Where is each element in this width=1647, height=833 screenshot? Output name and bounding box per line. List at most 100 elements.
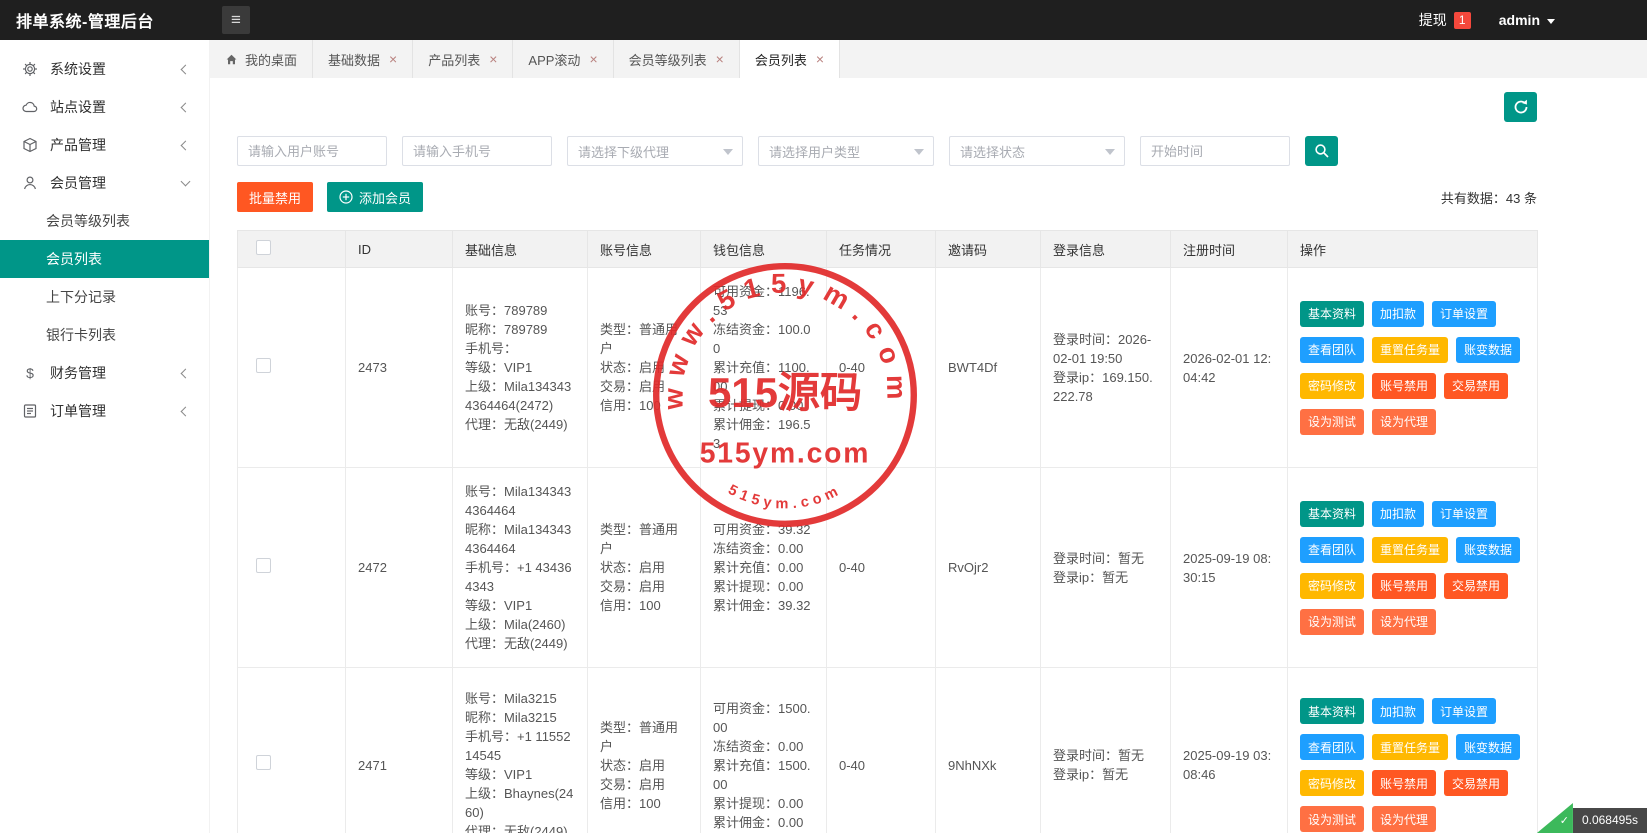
action-disable-account-button[interactable]: 账号禁用 (1372, 373, 1436, 399)
chevron-left-icon (181, 64, 191, 74)
user-type-select[interactable]: 请选择用户类型 (758, 136, 934, 166)
action-disable-account-button[interactable]: 账号禁用 (1372, 573, 1436, 599)
register-time-cell: 2025-09-19 08:30:15 (1171, 468, 1288, 668)
status-select[interactable]: 请选择状态 (949, 136, 1125, 166)
sidebar-item-label: 系统设置 (50, 59, 182, 79)
batch-disable-button[interactable]: 批量禁用 (237, 182, 313, 212)
close-icon[interactable]: × (589, 52, 597, 66)
sidebar-item-member-list[interactable]: 会员列表 (0, 240, 209, 278)
agent-select[interactable]: 请选择下级代理 (567, 136, 743, 166)
refresh-button[interactable] (1504, 92, 1537, 122)
action-order-settings-button[interactable]: 订单设置 (1432, 301, 1496, 327)
login-info-cell: 登录时间：暂无 登录ip：暂无 (1041, 668, 1171, 833)
content-area: 请选择下级代理 请选择用户类型 请选择状态 (210, 78, 1647, 833)
action-set-test-button[interactable]: 设为测试 (1300, 806, 1364, 832)
sidebar-item-bank-card-list[interactable]: 银行卡列表 (0, 316, 209, 354)
action-set-test-button[interactable]: 设为测试 (1300, 409, 1364, 435)
tab-member-level-list[interactable]: 会员等级列表 × (614, 40, 740, 78)
tab-label: APP滚动 (528, 50, 580, 69)
chevron-left-icon (181, 406, 191, 416)
action-balance-log-button[interactable]: 账变数据 (1456, 537, 1520, 563)
action-disable-trade-button[interactable]: 交易禁用 (1444, 573, 1508, 599)
action-order-settings-button[interactable]: 订单设置 (1432, 501, 1496, 527)
action-set-test-button[interactable]: 设为测试 (1300, 609, 1364, 635)
task-status-cell: 0-40 (827, 268, 936, 468)
action-disable-trade-button[interactable]: 交易禁用 (1444, 373, 1508, 399)
col-header-basic-info: 基础信息 (453, 231, 588, 268)
tab-label: 会员列表 (755, 50, 807, 69)
row-checkbox[interactable] (256, 755, 271, 770)
close-icon[interactable]: × (489, 52, 497, 66)
action-set-agent-button[interactable]: 设为代理 (1372, 409, 1436, 435)
search-icon (1314, 143, 1330, 159)
action-change-password-button[interactable]: 密码修改 (1300, 573, 1364, 599)
basic-info-cell: 账号：789789 昵称：789789 手机号： 等级：VIP1 上级：Mila… (453, 268, 588, 468)
close-icon[interactable]: × (716, 52, 724, 66)
action-change-password-button[interactable]: 密码修改 (1300, 373, 1364, 399)
task-status-cell: 0-40 (827, 668, 936, 833)
row-checkbox[interactable] (256, 558, 271, 573)
add-member-button[interactable]: 添加会员 (327, 182, 423, 212)
home-icon (225, 53, 238, 66)
account-input[interactable] (237, 136, 387, 166)
select-all-checkbox[interactable] (256, 240, 271, 255)
col-header-wallet-info: 钱包信息 (701, 231, 827, 268)
action-reset-task-button[interactable]: 重置任务量 (1372, 734, 1448, 760)
user-menu[interactable]: admin (1499, 12, 1555, 28)
sidebar-item-product-management[interactable]: 产品管理 (0, 126, 209, 164)
sidebar-item-member-management[interactable]: 会员管理 (0, 164, 209, 202)
action-balance-log-button[interactable]: 账变数据 (1456, 734, 1520, 760)
hamburger-menu-button[interactable]: ≡ (222, 6, 250, 34)
tab-product-list[interactable]: 产品列表 × (413, 40, 513, 78)
tab-my-desktop[interactable]: 我的桌面 (210, 40, 313, 78)
close-icon[interactable]: × (389, 52, 397, 66)
action-reset-task-button[interactable]: 重置任务量 (1372, 537, 1448, 563)
action-view-team-button[interactable]: 查看团队 (1300, 537, 1364, 563)
sidebar-item-finance-management[interactable]: $ 财务管理 (0, 354, 209, 392)
actions-cell-buttons: 基本资料加扣款订单设置查看团队重置任务量账变数据密码修改账号禁用交易禁用设为测试… (1300, 301, 1525, 435)
col-header-invite-code: 邀请码 (936, 231, 1041, 268)
action-view-team-button[interactable]: 查看团队 (1300, 337, 1364, 363)
action-basic-info-button[interactable]: 基本资料 (1300, 698, 1364, 724)
withdraw-link[interactable]: 提现 1 (1419, 10, 1471, 30)
sidebar-item-order-management[interactable]: 订单管理 (0, 392, 209, 430)
action-set-agent-button[interactable]: 设为代理 (1372, 609, 1436, 635)
order-list-icon (22, 403, 38, 419)
close-icon[interactable]: × (816, 52, 824, 66)
start-time-input[interactable] (1140, 136, 1290, 166)
col-header-login-info: 登录信息 (1041, 231, 1171, 268)
action-basic-info-button[interactable]: 基本资料 (1300, 501, 1364, 527)
tab-app-scroll[interactable]: APP滚动 × (513, 40, 613, 78)
phone-input[interactable] (402, 136, 552, 166)
action-basic-info-button[interactable]: 基本资料 (1300, 301, 1364, 327)
action-order-settings-button[interactable]: 订单设置 (1432, 698, 1496, 724)
action-view-team-button[interactable]: 查看团队 (1300, 734, 1364, 760)
sidebar-item-site-settings[interactable]: 站点设置 (0, 88, 209, 126)
invite-code-cell: 9NhNXk (936, 668, 1041, 833)
load-time-label: 0.068495s (1573, 808, 1647, 833)
action-balance-log-button[interactable]: 账变数据 (1456, 337, 1520, 363)
chevron-down-icon (914, 149, 924, 155)
action-change-password-button[interactable]: 密码修改 (1300, 770, 1364, 796)
action-set-agent-button[interactable]: 设为代理 (1372, 806, 1436, 832)
action-disable-trade-button[interactable]: 交易禁用 (1444, 770, 1508, 796)
total-count-label: 共有数据：43 条 (1441, 188, 1537, 207)
row-checkbox[interactable] (256, 358, 271, 373)
box-icon (22, 137, 38, 153)
tab-basic-data[interactable]: 基础数据 × (313, 40, 413, 78)
member-id-cell: 2472 (346, 468, 453, 668)
corner-ribbon-icon: ✓ (1537, 803, 1573, 833)
action-adjust-funds-button[interactable]: 加扣款 (1372, 501, 1424, 527)
basic-info-cell: 账号：Mila3215 昵称：Mila3215 手机号：+1 115521454… (453, 668, 588, 833)
sidebar-item-score-records[interactable]: 上下分记录 (0, 278, 209, 316)
action-reset-task-button[interactable]: 重置任务量 (1372, 337, 1448, 363)
action-disable-account-button[interactable]: 账号禁用 (1372, 770, 1436, 796)
tab-member-list[interactable]: 会员列表 × (740, 40, 840, 78)
member-row: 2472 账号：Mila1343434364464 昵称：Mila1343434… (238, 468, 1538, 668)
action-adjust-funds-button[interactable]: 加扣款 (1372, 301, 1424, 327)
task-status-cell: 0-40 (827, 468, 936, 668)
search-button[interactable] (1305, 136, 1338, 166)
action-adjust-funds-button[interactable]: 加扣款 (1372, 698, 1424, 724)
sidebar-item-system-settings[interactable]: 系统设置 (0, 50, 209, 88)
sidebar-item-member-level-list[interactable]: 会员等级列表 (0, 202, 209, 240)
